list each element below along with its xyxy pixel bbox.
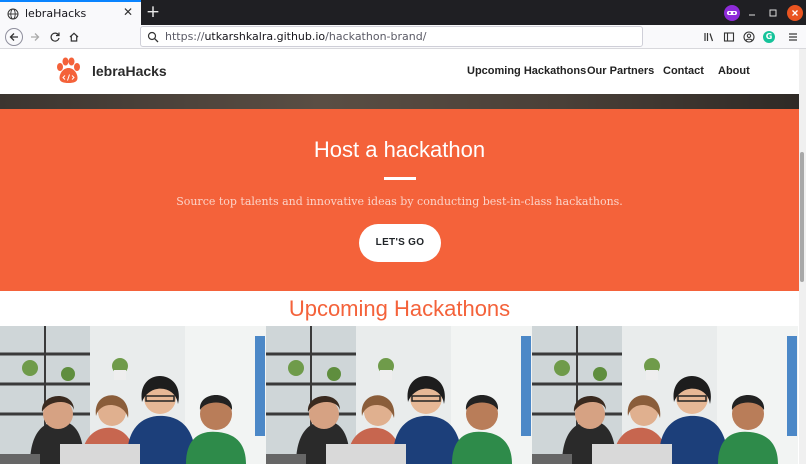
- scrollbar-thumb[interactable]: [800, 152, 804, 282]
- url-text: https://utkarshkalra.github.io/hackathon…: [165, 30, 426, 43]
- page-scrollbar[interactable]: [799, 49, 806, 464]
- forward-button[interactable]: [26, 28, 44, 46]
- hero-section: Host a hackathon Source top talents and …: [0, 109, 799, 291]
- site-brand-name[interactable]: lebraHacks: [92, 63, 167, 79]
- url-host: utkarshkalra.github.io: [204, 30, 326, 43]
- hero-title: Host a hackathon: [313, 137, 486, 162]
- account-icon[interactable]: [740, 28, 758, 46]
- masthead-image-edge: [0, 94, 799, 109]
- private-browsing-icon: [724, 5, 740, 21]
- browser-nav-bar: https://utkarshkalra.github.io/hackathon…: [0, 25, 806, 49]
- team-working-photo[interactable]: [266, 326, 532, 464]
- upcoming-hackathons-title: Upcoming Hackathons: [288, 296, 511, 321]
- site-header: lebraHacks Upcoming Hackathons Our Partn…: [0, 49, 799, 94]
- url-bar[interactable]: https://utkarshkalra.github.io/hackathon…: [140, 26, 643, 47]
- url-prefix: https://: [165, 30, 205, 43]
- sidebar-icon[interactable]: [720, 28, 738, 46]
- hamburger-menu-icon[interactable]: [784, 28, 802, 46]
- home-icon[interactable]: [65, 28, 83, 46]
- tab-close-icon[interactable]: ✕: [121, 5, 135, 19]
- nav-link-contact[interactable]: Contact: [663, 65, 704, 77]
- browser-tab-bar: lebraHacks ✕ +: [0, 0, 806, 25]
- search-icon: [147, 31, 159, 42]
- globe-icon: [7, 8, 19, 19]
- library-icon[interactable]: [700, 28, 718, 46]
- lets-go-button[interactable]: LET'S GO: [359, 224, 441, 262]
- nav-link-upcoming-hackathons[interactable]: Upcoming Hackathons: [467, 65, 586, 77]
- reload-icon[interactable]: [46, 28, 64, 46]
- team-working-photo[interactable]: [532, 326, 798, 464]
- back-button[interactable]: [5, 28, 23, 46]
- tab-title: lebraHacks: [25, 7, 87, 20]
- paw-logo-icon[interactable]: [55, 57, 82, 85]
- hero-subtitle: Source top talents and innovative ideas …: [176, 195, 623, 208]
- browser-tab[interactable]: lebraHacks ✕: [0, 0, 141, 25]
- web-page: lebraHacks Upcoming Hackathons Our Partn…: [0, 49, 799, 464]
- grammarly-extension-icon[interactable]: G: [760, 28, 778, 46]
- window-close-button[interactable]: [787, 5, 803, 21]
- maximize-button[interactable]: [765, 5, 781, 21]
- minimize-button[interactable]: [744, 5, 760, 21]
- new-tab-button[interactable]: +: [144, 2, 162, 22]
- url-path: /hackathon-brand/: [325, 30, 427, 43]
- team-working-photo[interactable]: [0, 326, 266, 464]
- hackathon-gallery: [0, 326, 799, 464]
- hero-divider: [384, 177, 416, 180]
- nav-link-about[interactable]: About: [718, 65, 750, 77]
- nav-link-our-partners[interactable]: Our Partners: [587, 65, 654, 77]
